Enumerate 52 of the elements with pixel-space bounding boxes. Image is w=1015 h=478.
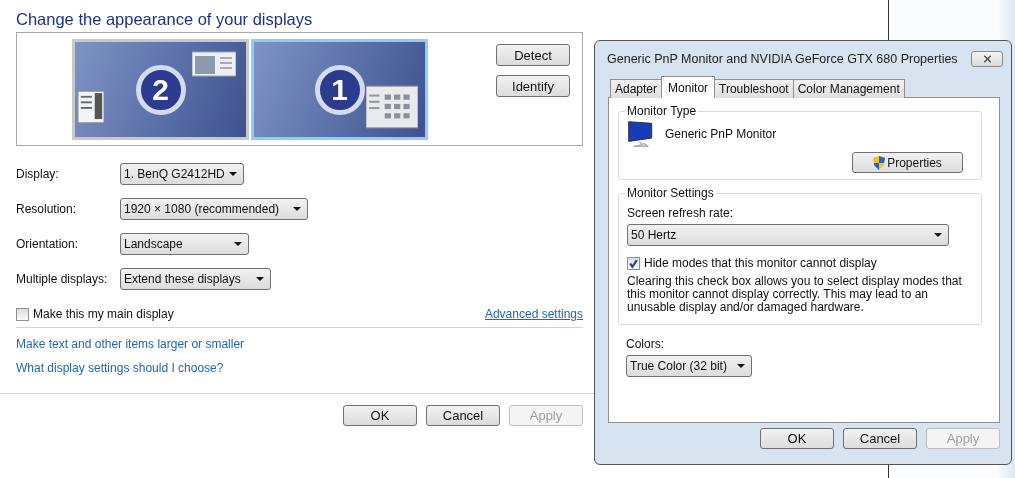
refresh-rate-label: Screen refresh rate: xyxy=(627,206,735,220)
caret-icon xyxy=(234,242,242,246)
shield-icon xyxy=(873,155,886,170)
group-legend: Monitor Settings xyxy=(625,186,716,200)
dropdown[interactable]: Landscape xyxy=(120,233,249,255)
tab[interactable]: Color Management xyxy=(792,79,905,98)
tab[interactable]: Troubleshoot xyxy=(714,79,794,98)
tab[interactable]: Adapter xyxy=(610,79,663,98)
dropdown[interactable]: 1. BenQ G2412HD xyxy=(120,163,244,185)
checkbox[interactable] xyxy=(627,256,640,270)
help-link[interactable]: What display settings should I choose? xyxy=(16,361,597,375)
window-icon xyxy=(192,48,236,80)
checkbox[interactable] xyxy=(16,307,29,321)
colors-dropdown[interactable]: True Color (32 bit) xyxy=(626,355,752,377)
checkbox-label: Hide modes that this monitor cannot display xyxy=(644,256,877,270)
colors-label: Colors: xyxy=(626,337,665,351)
page-title: Change the appearance of your displays xyxy=(16,9,314,30)
dropdown[interactable]: Extend these displays xyxy=(120,268,271,290)
dialog-button[interactable]: OK xyxy=(760,428,834,449)
monitor-icon xyxy=(627,118,655,150)
warning-text: Clearing this check box allows you to select display modes that this monitor cannot display correctly. This may lead to an unusable display and/or damaged hardware. xyxy=(627,275,963,314)
checkbox-label: Make this my main display xyxy=(33,307,174,321)
dialog-button[interactable]: Cancel xyxy=(843,428,917,449)
window-icon xyxy=(366,85,418,129)
monitor-tile[interactable]: 1 xyxy=(251,39,428,140)
caret-icon xyxy=(229,172,237,176)
setting-label: Display: xyxy=(16,167,60,181)
caret-icon xyxy=(293,207,301,211)
group-legend: Monitor Type xyxy=(625,104,699,118)
monitor-name: Generic PnP Monitor xyxy=(665,127,777,141)
close-button[interactable] xyxy=(971,51,1003,67)
advanced-settings-link[interactable]: Advanced settings xyxy=(484,307,583,321)
display-number: 1 xyxy=(314,64,365,115)
close-icon xyxy=(982,55,992,63)
dropdown[interactable]: 1920 × 1080 (recommended) xyxy=(120,198,308,220)
setting-label: Resolution: xyxy=(16,202,78,216)
caret-icon xyxy=(934,233,942,237)
display-number: 2 xyxy=(135,64,186,115)
help-link[interactable]: Make text and other items larger or smaller xyxy=(16,337,597,351)
monitor-tile[interactable]: 2 xyxy=(72,39,249,140)
side-button[interactable]: Identify xyxy=(496,75,570,97)
setting-label: Orientation: xyxy=(16,237,80,251)
properties-button[interactable]: Properties xyxy=(852,152,963,173)
refresh-rate-dropdown[interactable]: 50 Hertz xyxy=(627,224,949,246)
setting-label: Multiple displays: xyxy=(16,272,109,286)
tab[interactable]: Monitor xyxy=(661,76,716,98)
caret-icon xyxy=(256,277,264,281)
side-button[interactable]: Detect xyxy=(496,44,570,66)
footer-button[interactable]: OK xyxy=(343,405,417,426)
footer-button[interactable]: Cancel xyxy=(426,405,500,426)
dialog-title: Generic PnP Monitor and NVIDIA GeForce GTX 680 Properties xyxy=(607,52,958,66)
caret-icon xyxy=(737,364,745,368)
